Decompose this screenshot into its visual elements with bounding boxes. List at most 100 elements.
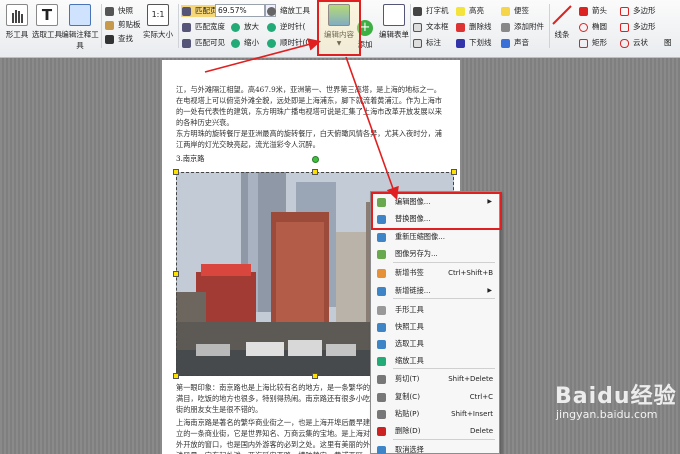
clipboard-button[interactable]: 剪贴板 xyxy=(104,19,141,31)
zoom-out-label: 缩小 xyxy=(244,38,259,47)
watermark-url: jingyan.baidu.com xyxy=(556,408,658,421)
paragraph: 江，与外滩隔江相望。高467.9米，亚洲第一、世界第三高塔，是上海的地标之一。在… xyxy=(176,85,442,127)
edit-form-icon xyxy=(383,4,405,26)
rotate-cw-button[interactable]: 顺时针(C xyxy=(266,37,311,49)
more-label[interactable]: 图 xyxy=(664,37,672,48)
line-button[interactable]: 线条 xyxy=(550,2,574,52)
menu-item-label: 手形工具 xyxy=(395,305,424,314)
textbox-button[interactable]: 文本框 xyxy=(412,21,449,33)
polygon-button[interactable]: 多边形 xyxy=(619,5,656,17)
cloud-button[interactable]: 云状 xyxy=(619,37,648,49)
menu-item-label: 删除(D) xyxy=(395,426,421,435)
menu-item-label: 图像另存为... xyxy=(395,249,438,258)
resize-handle[interactable] xyxy=(312,169,318,175)
arrow-label: 箭头 xyxy=(592,6,607,15)
hand-tool-label: 形工具 xyxy=(5,30,29,39)
zoom-out-icon xyxy=(231,39,240,48)
rectangle-button[interactable]: 矩形 xyxy=(578,37,607,49)
menu-item-icon xyxy=(377,233,386,242)
arrow-icon xyxy=(579,7,588,16)
clipboard-icon xyxy=(105,21,114,30)
snapshot-button[interactable]: 快照 xyxy=(104,5,133,17)
hand-tool-button[interactable]: 形工具 xyxy=(0,2,34,52)
menu-item-icon xyxy=(377,340,386,349)
resize-handle[interactable] xyxy=(173,271,179,277)
fit-visible-button[interactable]: 匹配可见 xyxy=(181,37,225,49)
divider xyxy=(101,4,102,48)
rotate-ccw-button[interactable]: 逆时针( xyxy=(266,21,305,33)
resize-handle[interactable] xyxy=(173,373,179,379)
context-menu-item[interactable]: 缩放工具 xyxy=(371,353,499,369)
clipboard-label: 剪贴板 xyxy=(118,20,141,29)
menu-item-icon xyxy=(377,323,386,332)
magnifier-icon xyxy=(267,7,276,16)
resize-handle[interactable] xyxy=(173,169,179,175)
context-menu-item[interactable]: 选取工具 xyxy=(371,336,499,352)
select-tool-button[interactable]: T 选取工具 xyxy=(30,2,64,52)
zoom-tool-label: 缩放工具 xyxy=(280,6,310,15)
menu-item-icon xyxy=(377,250,386,259)
attach-file-button[interactable]: 添加附件 xyxy=(500,21,544,33)
divider xyxy=(410,4,411,48)
actual-size-label: 实际大小 xyxy=(143,30,173,39)
callout-label: 标注 xyxy=(426,38,441,47)
callout-button[interactable]: 标注 xyxy=(412,37,441,49)
sound-button[interactable]: 声音 xyxy=(500,37,529,49)
menu-item-shortcut: Shift+Insert xyxy=(451,410,493,418)
menu-item-icon xyxy=(377,427,386,436)
arrow-button[interactable]: 箭头 xyxy=(578,5,607,17)
polygon-icon xyxy=(620,7,629,16)
zoom-tool-button[interactable]: 缩放工具 xyxy=(266,5,310,17)
context-menu-item[interactable]: 新增链接... ▶ xyxy=(371,283,499,299)
menu-item-label: 剪切(T) xyxy=(395,374,420,383)
menu-separator xyxy=(393,298,495,299)
underline-button[interactable]: 下划线 xyxy=(455,37,492,49)
highlight-button[interactable]: 高亮 xyxy=(455,5,484,17)
context-menu-item[interactable]: 复制(C) Ctrl+C xyxy=(371,389,499,405)
zoom-in-button[interactable]: 放大 xyxy=(230,21,259,33)
strikeout-label: 删除线 xyxy=(469,22,492,31)
strikeout-button[interactable]: 删除线 xyxy=(455,21,492,33)
rotate-handle[interactable] xyxy=(312,156,319,163)
zoom-in-label: 放大 xyxy=(244,22,259,31)
rotate-cw-icon xyxy=(267,39,276,48)
edit-form-button[interactable]: 编辑表单 xyxy=(378,2,410,52)
menu-item-icon xyxy=(377,287,386,296)
highlight-label: 高亮 xyxy=(469,6,484,15)
typewriter-label: 打字机 xyxy=(426,6,449,15)
zoom-input[interactable]: 69.57% xyxy=(215,4,265,17)
fit-width-button[interactable]: 匹配宽度 xyxy=(181,21,225,33)
cloud-icon xyxy=(620,39,629,48)
ellipse-label: 椭圆 xyxy=(592,22,607,31)
typewriter-button[interactable]: 打字机 xyxy=(412,5,449,17)
annotate-tool-button[interactable]: 编辑注释工具 xyxy=(60,2,100,52)
resize-handle[interactable] xyxy=(312,373,318,379)
fit-visible-label: 匹配可见 xyxy=(195,38,225,47)
text-cursor-icon: T xyxy=(36,4,58,26)
context-menu-item[interactable]: 新增书签 Ctrl+Shift+B xyxy=(371,265,499,281)
resize-handle[interactable] xyxy=(451,169,457,175)
context-menu-item[interactable]: 删除(D) Delete xyxy=(371,423,499,439)
polyline-button[interactable]: 多边形 xyxy=(619,21,656,33)
context-menu-item[interactable]: 快照工具 xyxy=(371,319,499,335)
fit-page-icon xyxy=(182,7,191,16)
menu-item-shortcut: Shift+Delete xyxy=(448,375,493,383)
context-menu-item[interactable]: 重新压缩图像... xyxy=(371,229,499,245)
menu-item-label: 取消选择 xyxy=(395,445,424,454)
note-button[interactable]: 便签 xyxy=(500,5,529,17)
menu-item-icon xyxy=(377,306,386,315)
find-button[interactable]: 查找 xyxy=(104,33,133,45)
context-menu-item[interactable]: 手形工具 xyxy=(371,302,499,318)
menu-item-shortcut: Ctrl+C xyxy=(469,393,493,401)
paragraph: 东方明珠的旋转餐厅是亚洲最高的旋转餐厅，白天俯瞰风情各异，尤其入夜时分，浦江两岸… xyxy=(176,129,442,149)
camera-icon xyxy=(105,7,114,16)
context-menu-item[interactable]: 图像另存为... xyxy=(371,246,499,262)
zoom-out-button[interactable]: 缩小 xyxy=(230,37,259,49)
ellipse-button[interactable]: 椭圆 xyxy=(578,21,607,33)
actual-size-button[interactable]: 1:1 实际大小 xyxy=(140,2,176,52)
context-menu-item[interactable]: 剪切(T) Shift+Delete xyxy=(371,371,499,387)
context-menu-item[interactable]: 粘贴(P) Shift+Insert xyxy=(371,406,499,422)
annotate-tool-label: 编辑注释工具 xyxy=(61,30,99,50)
context-menu-item[interactable]: 取消选择 xyxy=(371,442,499,454)
sound-label: 声音 xyxy=(514,38,529,47)
